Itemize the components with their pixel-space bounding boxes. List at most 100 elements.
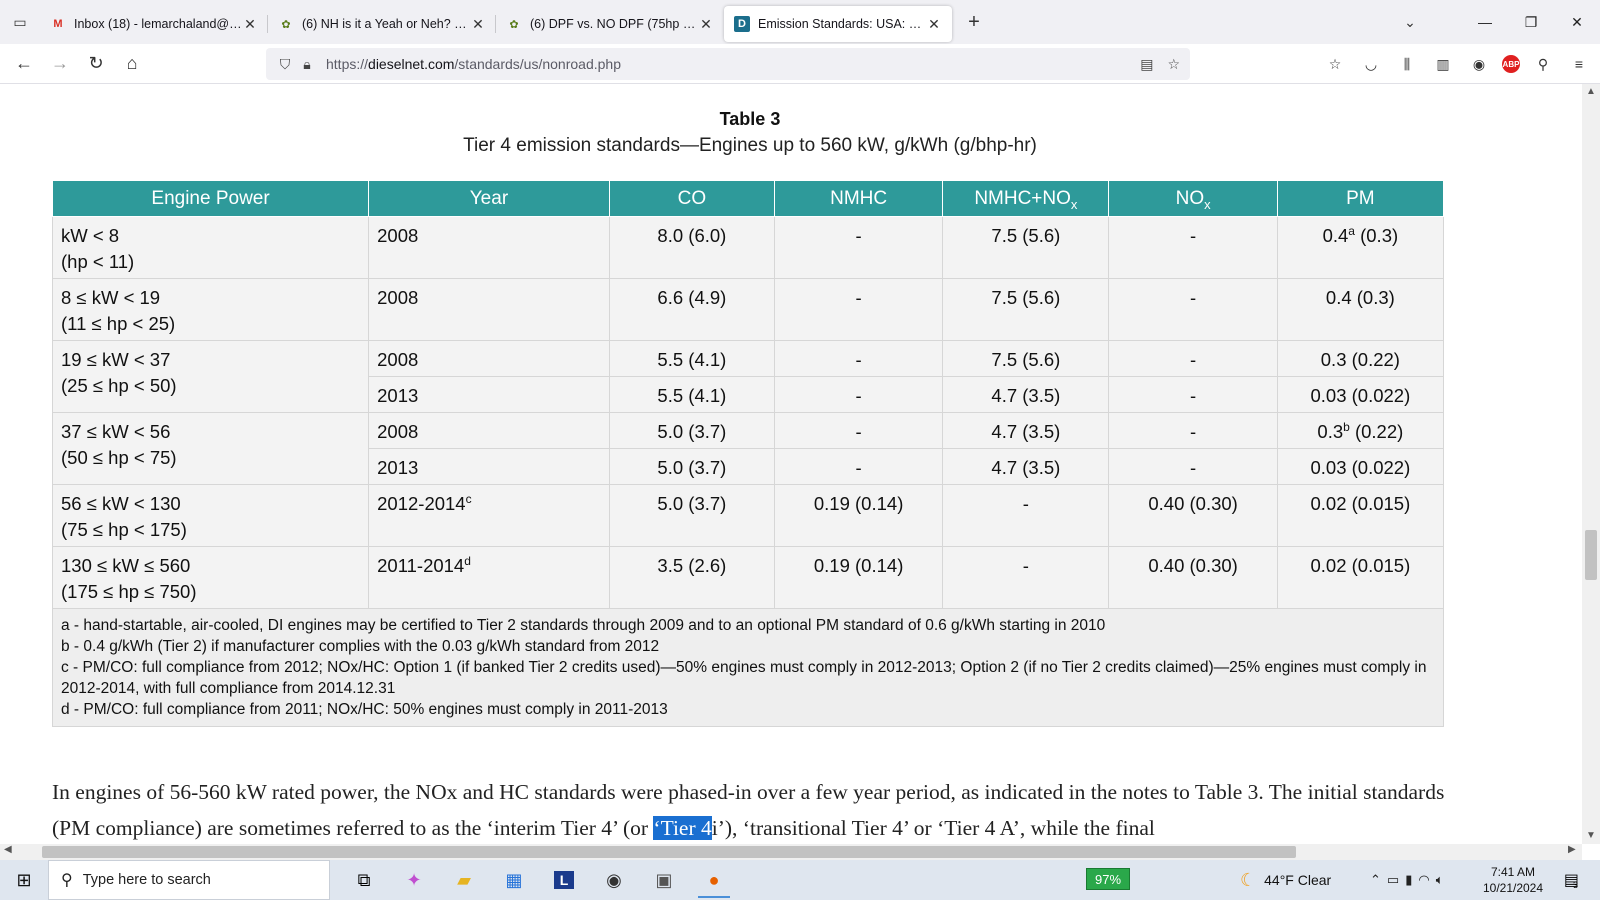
nmhc-cell: - — [773, 278, 944, 341]
task-view-icon[interactable]: ⧉ — [340, 860, 388, 900]
scroll-right-arrow-icon[interactable]: ▶ — [1568, 844, 1576, 855]
close-tab-icon[interactable]: ✕ — [926, 16, 942, 33]
engine-power-cell: 8 ≤ kW < 19 (11 ≤ hp < 25) — [51, 278, 370, 341]
restore-button[interactable]: ❐ — [1508, 0, 1554, 44]
display-icon[interactable]: ▭ — [1387, 872, 1399, 888]
nmhc-cell: - — [773, 448, 944, 485]
header-co: CO — [608, 180, 775, 217]
engine-power-cell: 37 ≤ kW < 56 (50 ≤ hp < 75) — [51, 412, 370, 485]
reader-view-icon[interactable]: ▤ — [1140, 56, 1153, 73]
emission-table: Engine Power Year CO NMHC NMHC+NOx NOx P… — [51, 180, 1445, 727]
nox-cell: 0.40 (0.30) — [1108, 546, 1278, 609]
menu-icon[interactable]: ≡ — [1566, 51, 1592, 77]
battery-indicator[interactable]: 97% — [1086, 868, 1130, 890]
library-icon[interactable]: ⫼ — [1394, 51, 1420, 77]
nmhc-cell: - — [773, 412, 944, 449]
tab-title: (6) DPF vs. NO DPF (75hp edition — [530, 17, 698, 31]
vertical-scroll-thumb[interactable] — [1585, 530, 1597, 580]
close-tab-icon[interactable]: ✕ — [698, 16, 714, 33]
adblock-plus-icon[interactable]: ABP — [1502, 55, 1520, 73]
table-title: Table 3 — [719, 109, 781, 129]
tab-forum-2[interactable]: ✿ (6) DPF vs. NO DPF (75hp edition ✕ — [496, 6, 724, 42]
nox-cell: - — [1108, 340, 1278, 377]
sidebar-icon[interactable]: ▥ — [1430, 51, 1456, 77]
nav-bar: ← → ↻ ⌂ ⛉ 🔒︎ https://dieselnet.com/stand… — [0, 44, 1600, 84]
tab-title: Inbox (18) - lemarchaland@gm — [74, 17, 242, 31]
home-button[interactable]: ⌂ — [114, 48, 150, 80]
save-to-pocket-list-icon[interactable]: ☆ — [1322, 51, 1348, 77]
taskbar-search-box[interactable]: ⚲ Type here to search — [48, 860, 330, 900]
extensions-icon[interactable]: ⚲ — [1530, 51, 1556, 77]
show-hidden-icons-icon[interactable]: ⌃ — [1370, 872, 1381, 888]
scroll-up-arrow-icon[interactable]: ▲ — [1584, 86, 1598, 97]
co-cell: 5.5 (4.1) — [608, 340, 775, 377]
battery-icon[interactable]: ▮ — [1405, 872, 1412, 888]
reload-button[interactable]: ↻ — [78, 48, 114, 80]
engine-power-cell: 19 ≤ kW < 37 (25 ≤ hp < 50) — [51, 340, 370, 413]
shield-icon[interactable]: ⛉ — [274, 56, 296, 73]
l-app-icon[interactable]: L — [540, 860, 588, 900]
nmhc-cell: - — [773, 216, 944, 279]
scroll-down-arrow-icon[interactable]: ▼ — [1584, 830, 1598, 841]
photos-app-icon[interactable]: ▣ — [640, 860, 688, 900]
new-tab-button[interactable]: + — [956, 4, 992, 40]
back-button[interactable]: ← — [6, 48, 42, 80]
forward-button[interactable]: → — [42, 48, 78, 80]
bookmark-star-icon[interactable]: ☆ — [1167, 56, 1180, 73]
minimize-button[interactable]: — — [1462, 0, 1508, 44]
nox-cell: - — [1108, 216, 1278, 279]
table-row: 56 ≤ kW < 130 (75 ≤ hp < 175) 2012-2014c … — [51, 484, 1445, 547]
tab-gmail[interactable]: M Inbox (18) - lemarchaland@gm ✕ — [40, 6, 268, 42]
table-row: 19 ≤ kW < 37 (25 ≤ hp < 50) 2008 5.5 (4.1… — [51, 340, 1445, 413]
firefox-taskbar-icon[interactable]: ● — [690, 860, 738, 900]
nmhc-nox-cell: 7.5 (5.6) — [942, 278, 1110, 341]
close-tab-icon[interactable]: ✕ — [470, 16, 486, 33]
co-cell: 3.5 (2.6) — [608, 546, 775, 609]
pm-cell: 0.4 (0.3) — [1276, 278, 1445, 341]
engine-power-cell: 56 ≤ kW < 130 (75 ≤ hp < 175) — [51, 484, 370, 547]
wifi-icon[interactable]: ◠ — [1418, 872, 1429, 888]
close-window-button[interactable]: ✕ — [1554, 0, 1600, 44]
header-engine-power: Engine Power — [51, 180, 370, 217]
tab-dieselnet[interactable]: D Emission Standards: USA: Nonro ✕ — [724, 6, 952, 42]
tab-title: Emission Standards: USA: Nonro — [758, 17, 926, 31]
vertical-scrollbar[interactable] — [1582, 84, 1600, 844]
tab-forum-1[interactable]: ✿ (6) NH is it a Yeah or Neh? - Trac ✕ — [268, 6, 496, 42]
header-nmhc-nox: NMHC+NOx — [942, 180, 1110, 217]
header-pm: PM — [1276, 180, 1445, 217]
lock-icon[interactable]: 🔒︎ — [296, 56, 318, 73]
nmhc-nox-cell: - — [942, 484, 1110, 547]
nmhc-nox-cell: 7.5 (5.6) — [942, 216, 1110, 279]
co-cell: 8.0 (6.0) — [608, 216, 775, 279]
nox-cell: 0.40 (0.30) — [1108, 484, 1278, 547]
list-all-tabs-icon[interactable]: ⌄ — [1390, 0, 1430, 44]
firefox-view-icon[interactable]: ▭ — [0, 0, 40, 44]
file-explorer-icon[interactable]: ▰ — [440, 860, 488, 900]
nmhc-nox-cell: 4.7 (3.5) — [942, 448, 1110, 485]
microsoft-store-icon[interactable]: ▦ — [490, 860, 538, 900]
account-icon[interactable]: ◉ — [1466, 51, 1492, 77]
pm-cell: 0.4a (0.3) — [1276, 216, 1445, 279]
camera-app-icon[interactable]: ◉ — [590, 860, 638, 900]
url-text[interactable]: https://dieselnet.com/standards/us/nonro… — [326, 56, 621, 72]
co-cell: 5.0 (3.7) — [608, 448, 775, 485]
pocket-icon[interactable]: ◡ — [1358, 51, 1384, 77]
address-bar[interactable]: ⛉ 🔒︎ https://dieselnet.com/standards/us/… — [266, 48, 1190, 80]
system-clock[interactable]: 7:41 AM 10/21/2024 — [1478, 864, 1548, 896]
scroll-left-arrow-icon[interactable]: ◀ — [4, 844, 12, 855]
windows-taskbar: ⊞ ⚲ Type here to search ⧉ ✦ ▰ ▦ L ◉ ▣ ● — [0, 860, 1600, 900]
copilot-icon[interactable]: ✦ — [390, 860, 438, 900]
windows-start-icon[interactable]: ⊞ — [0, 860, 48, 900]
table-notes: a - hand-startable, air-cooled, DI engin… — [52, 608, 1444, 727]
pm-cell: 0.03 (0.022) — [1276, 448, 1445, 485]
year-cell: 2011-2014d — [368, 546, 610, 609]
header-nmhc: NMHC — [773, 180, 944, 217]
selected-text[interactable]: ‘Tier 4 — [653, 816, 712, 840]
horizontal-scroll-thumb[interactable] — [42, 846, 1296, 858]
close-tab-icon[interactable]: ✕ — [242, 16, 258, 33]
volume-icon[interactable]: 🔈︎ — [1436, 872, 1444, 888]
pm-cell: 0.3b (0.22) — [1276, 412, 1445, 449]
tab-bar: ▭ M Inbox (18) - lemarchaland@gm ✕ ✿ (6)… — [0, 0, 1600, 44]
weather-widget[interactable]: ☾ 44°F Clear — [1240, 860, 1331, 900]
notifications-icon[interactable]: ▤ 3 — [1556, 866, 1586, 894]
